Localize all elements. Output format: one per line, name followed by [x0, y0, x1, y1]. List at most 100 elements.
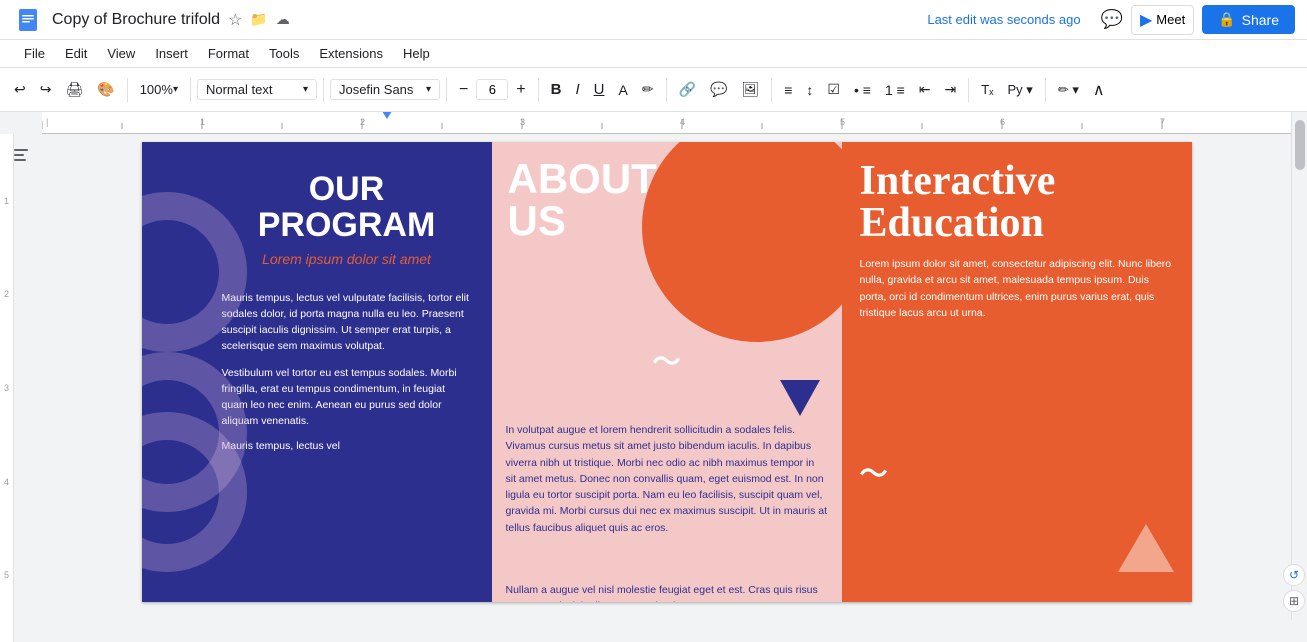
- right-triangle: [1118, 524, 1174, 572]
- menu-help[interactable]: Help: [395, 44, 438, 63]
- document-page[interactable]: OUR PROGRAM Lorem ipsum dolor sit amet M…: [142, 142, 1192, 602]
- comments-button[interactable]: 💬: [1101, 9, 1123, 30]
- menu-file[interactable]: File: [16, 44, 53, 63]
- separator-9: [1045, 78, 1046, 102]
- zoom-fit-icon[interactable]: ⊞: [1283, 590, 1305, 612]
- right-scrollbar[interactable]: ↺ ⊞: [1291, 112, 1307, 620]
- ruler-svg: | 1 2 3 4 5 6 7: [42, 112, 1291, 131]
- ruler: | 1 2 3 4 5 6 7: [42, 112, 1291, 134]
- svg-text:3: 3: [520, 117, 525, 127]
- print-button[interactable]: 🖨: [59, 77, 89, 102]
- middle-orange-circle: [642, 142, 842, 342]
- menu-extensions[interactable]: Extensions: [311, 44, 391, 63]
- star-icon[interactable]: ☆: [228, 10, 242, 30]
- svg-text:|: |: [46, 117, 48, 127]
- meet-button[interactable]: ▶ Meet: [1131, 5, 1194, 35]
- separator-6: [666, 78, 667, 102]
- voice-typing-button[interactable]: Py ▾: [1002, 78, 1039, 102]
- svg-text:2: 2: [360, 117, 365, 127]
- panel-middle-body2: Nullam a augue vel nisl molestie feugiat…: [506, 582, 828, 602]
- undo-button[interactable]: ↩: [8, 77, 32, 102]
- toolbar: ↩ ↪ 🖨 🎨 100% ▾ Normal text ▾ Josefin San…: [0, 68, 1307, 112]
- share-icon: 🔒: [1218, 11, 1235, 28]
- highlight-button[interactable]: ✏: [636, 77, 660, 102]
- brochure: OUR PROGRAM Lorem ipsum dolor sit amet M…: [142, 142, 1192, 602]
- style-value: Normal text: [206, 82, 272, 97]
- separator-1: [127, 78, 128, 102]
- panel-left: OUR PROGRAM Lorem ipsum dolor sit amet M…: [142, 142, 492, 602]
- panel-middle-body1: In volutpat augue et lorem hendrerit sol…: [506, 422, 828, 536]
- separator-2: [190, 78, 191, 102]
- redo-button[interactable]: ↪: [34, 77, 58, 102]
- menu-tools[interactable]: Tools: [261, 44, 307, 63]
- line-num-1: 1: [4, 196, 9, 206]
- right-tilde: 〜: [860, 452, 888, 492]
- separator-5: [538, 78, 539, 102]
- panel-right: Interactive Education Lorem ipsum dolor …: [842, 142, 1192, 602]
- text-color-button[interactable]: A: [613, 78, 634, 102]
- indent-more-button[interactable]: ⇥: [939, 77, 963, 102]
- separator-3: [323, 78, 324, 102]
- share-button[interactable]: 🔒 Share: [1202, 5, 1295, 34]
- menu-edit[interactable]: Edit: [57, 44, 95, 63]
- format-button[interactable]: ✏ ▾: [1052, 78, 1085, 102]
- panel-middle: ABOUT US 〜 In volutpat augue et lorem he…: [492, 142, 842, 602]
- menu-format[interactable]: Format: [200, 44, 257, 63]
- comment-button[interactable]: 💬: [704, 77, 733, 102]
- svg-text:1: 1: [200, 117, 205, 127]
- middle-triangle: [780, 380, 820, 416]
- font-size-group: − +: [453, 77, 532, 103]
- svg-text:7: 7: [1160, 117, 1165, 127]
- paragraph-style-select[interactable]: Normal text ▾: [197, 79, 317, 100]
- recenter-icon[interactable]: ↺: [1283, 564, 1305, 586]
- line-spacing-button[interactable]: ↕: [800, 78, 819, 102]
- font-size-increase[interactable]: +: [510, 77, 531, 103]
- separator-8: [968, 78, 969, 102]
- separator-7: [771, 78, 772, 102]
- middle-heading-line1: ABOUT: [508, 155, 657, 202]
- heading-line1: OUR: [309, 170, 385, 208]
- underline-button[interactable]: U: [588, 77, 611, 102]
- svg-text:4: 4: [680, 117, 685, 127]
- image-button[interactable]: 🖼: [735, 77, 765, 102]
- document-scroll-area[interactable]: OUR PROGRAM Lorem ipsum dolor sit amet M…: [42, 112, 1291, 620]
- clear-format-button[interactable]: Tₓ: [975, 78, 999, 101]
- cloud-icon[interactable]: ☁: [276, 11, 290, 28]
- separator-4: [446, 78, 447, 102]
- right-heading-line2: Education: [860, 200, 1044, 246]
- svg-text:6: 6: [1000, 117, 1005, 127]
- svg-text:5: 5: [840, 117, 845, 127]
- line-num-2: 2: [4, 289, 9, 299]
- doc-container: OUR PROGRAM Lorem ipsum dolor sit amet M…: [42, 134, 1291, 610]
- middle-tilde: 〜: [652, 340, 680, 380]
- panel-middle-heading: ABOUT US: [508, 158, 657, 242]
- checklist-button[interactable]: ☑: [821, 77, 846, 102]
- menu-insert[interactable]: Insert: [147, 44, 196, 63]
- panel-right-body1: Lorem ipsum dolor sit amet, consectetur …: [842, 256, 1192, 321]
- indent-less-button[interactable]: ⇤: [913, 77, 937, 102]
- zoom-select[interactable]: 100% ▾: [134, 78, 184, 101]
- doc-title[interactable]: Copy of Brochure trifold: [52, 11, 220, 29]
- editing-mode-button[interactable]: ∧: [1087, 76, 1111, 104]
- bold-button[interactable]: B: [545, 77, 568, 102]
- line-num-3: 3: [4, 383, 9, 393]
- italic-button[interactable]: I: [570, 77, 586, 102]
- font-size-decrease[interactable]: −: [453, 77, 474, 103]
- font-size-input[interactable]: [476, 79, 508, 100]
- link-button[interactable]: 🔗: [673, 77, 702, 102]
- main-area: | 1 2 3 4 5 6 7: [0, 112, 1307, 620]
- paint-format-button[interactable]: 🎨: [91, 77, 120, 102]
- font-chevron: ▾: [426, 84, 431, 95]
- panel-right-heading: Interactive Education: [842, 142, 1192, 256]
- style-chevron: ▾: [303, 84, 308, 95]
- bullet-list-button[interactable]: • ≡: [848, 78, 877, 102]
- menu-view[interactable]: View: [99, 44, 143, 63]
- align-button[interactable]: ≡: [778, 78, 798, 102]
- scroll-bottom-icons: ↺ ⊞: [1283, 564, 1305, 612]
- app-icon: [12, 4, 44, 36]
- font-value: Josefin Sans: [339, 82, 413, 97]
- scrollbar-thumb[interactable]: [1295, 120, 1305, 170]
- font-select[interactable]: Josefin Sans ▾: [330, 79, 440, 100]
- folder-icon[interactable]: 📁: [250, 11, 267, 28]
- number-list-button[interactable]: 1 ≡: [879, 78, 911, 102]
